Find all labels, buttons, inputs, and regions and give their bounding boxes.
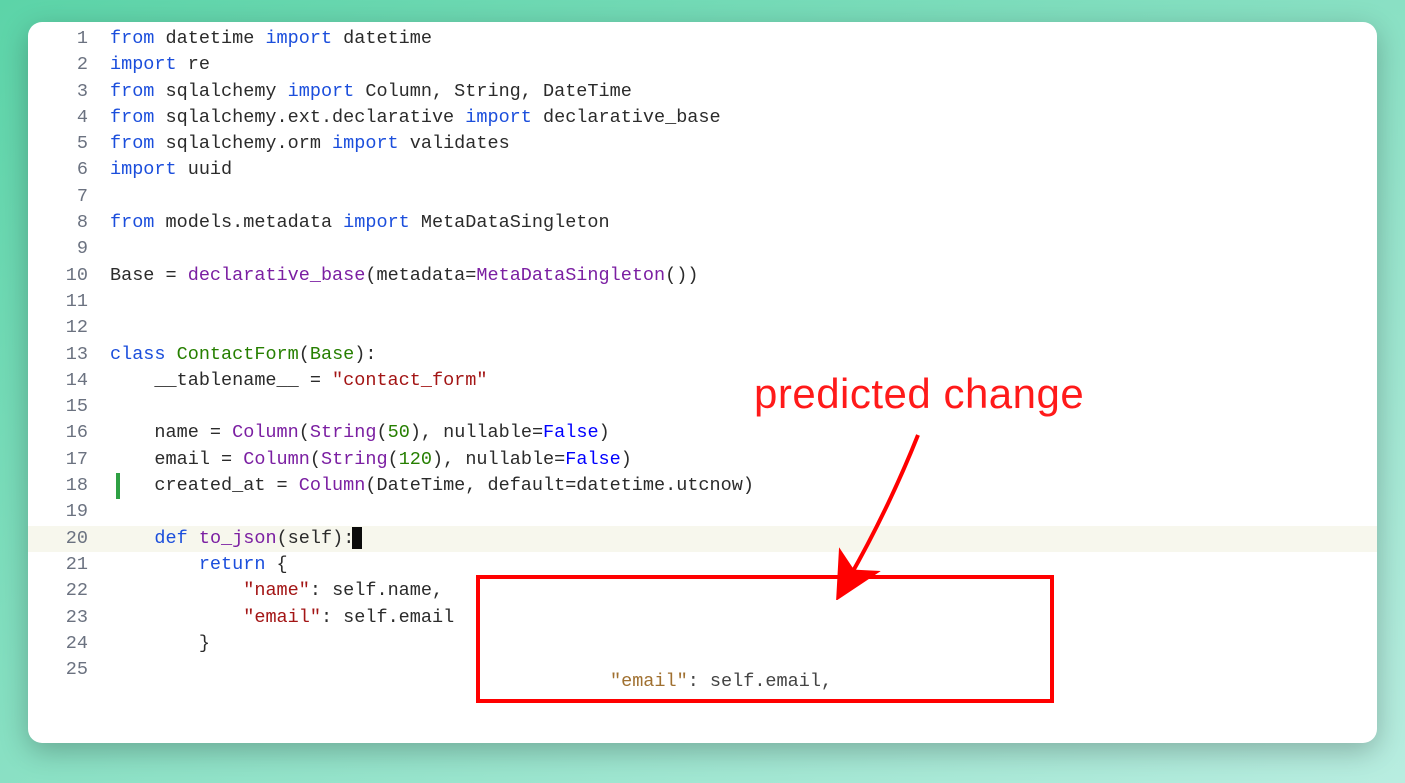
code-line[interactable]: 8from models.metadata import MetaDataSin…	[28, 210, 1377, 236]
code-line[interactable]: 2import re	[28, 52, 1377, 78]
code-line[interactable]: 18 created_at = Column(DateTime, default…	[28, 473, 1377, 499]
code-area[interactable]: 1from datetime import datetime2import re…	[28, 26, 1377, 683]
line-number: 22	[28, 578, 110, 604]
code-line[interactable]: 3from sqlalchemy import Column, String, …	[28, 79, 1377, 105]
code-text[interactable]: from datetime import datetime	[110, 26, 1377, 52]
code-text[interactable]: return {	[110, 552, 1377, 578]
code-line[interactable]: 10Base = declarative_base(metadata=MetaD…	[28, 263, 1377, 289]
inline-suggestion-popup: "email": self.email, "created_at": self.…	[480, 598, 1055, 728]
code-text[interactable]: class ContactForm(Base):	[110, 342, 1377, 368]
line-number: 12	[28, 315, 110, 341]
code-text[interactable]: def to_json(self):	[110, 526, 1377, 552]
code-text[interactable]: created_at = Column(DateTime, default=da…	[110, 473, 1377, 499]
line-number: 16	[28, 420, 110, 446]
line-number: 25	[28, 657, 110, 683]
line-number: 18	[28, 473, 110, 499]
code-line[interactable]: 9	[28, 236, 1377, 262]
code-text[interactable]: from sqlalchemy.orm import validates	[110, 131, 1377, 157]
code-text[interactable]: from sqlalchemy.ext.declarative import d…	[110, 105, 1377, 131]
line-number: 8	[28, 210, 110, 236]
line-number: 11	[28, 289, 110, 315]
suggestion-line-1: "email": self.email,	[480, 669, 1055, 695]
line-number: 10	[28, 263, 110, 289]
line-number: 5	[28, 131, 110, 157]
line-number: 4	[28, 105, 110, 131]
line-number: 24	[28, 631, 110, 657]
line-number: 23	[28, 605, 110, 631]
code-line[interactable]: 20 def to_json(self):	[28, 526, 1377, 552]
line-number: 21	[28, 552, 110, 578]
code-text[interactable]: name = Column(String(50), nullable=False…	[110, 420, 1377, 446]
line-number: 14	[28, 368, 110, 394]
code-editor[interactable]: 1from datetime import datetime2import re…	[28, 22, 1377, 743]
line-number: 9	[28, 236, 110, 262]
code-line[interactable]: 17 email = Column(String(120), nullable=…	[28, 447, 1377, 473]
code-line[interactable]: 6import uuid	[28, 157, 1377, 183]
code-text[interactable]: __tablename__ = "contact_form"	[110, 368, 1377, 394]
annotation-label: predicted change	[754, 370, 1084, 418]
line-number: 6	[28, 157, 110, 183]
code-line[interactable]: 11	[28, 289, 1377, 315]
code-line[interactable]: 7	[28, 184, 1377, 210]
code-text[interactable]: import re	[110, 52, 1377, 78]
code-line[interactable]: 21 return {	[28, 552, 1377, 578]
line-number: 17	[28, 447, 110, 473]
line-number: 20	[28, 526, 110, 552]
line-number: 2	[28, 52, 110, 78]
code-text[interactable]: import uuid	[110, 157, 1377, 183]
line-number: 7	[28, 184, 110, 210]
code-text[interactable]: email = Column(String(120), nullable=Fal…	[110, 447, 1377, 473]
code-text[interactable]: Base = declarative_base(metadata=MetaDat…	[110, 263, 1377, 289]
line-number: 13	[28, 342, 110, 368]
code-line[interactable]: 5from sqlalchemy.orm import validates	[28, 131, 1377, 157]
code-line[interactable]: 4from sqlalchemy.ext.declarative import …	[28, 105, 1377, 131]
code-line[interactable]: 13class ContactForm(Base):	[28, 342, 1377, 368]
text-cursor	[352, 527, 362, 549]
line-number: 1	[28, 26, 110, 52]
line-number: 3	[28, 79, 110, 105]
code-text[interactable]: from models.metadata import MetaDataSing…	[110, 210, 1377, 236]
code-line[interactable]: 16 name = Column(String(50), nullable=Fa…	[28, 420, 1377, 446]
modified-marker	[116, 473, 120, 499]
code-line[interactable]: 1from datetime import datetime	[28, 26, 1377, 52]
code-text[interactable]: from sqlalchemy import Column, String, D…	[110, 79, 1377, 105]
line-number: 19	[28, 499, 110, 525]
code-line[interactable]: 19	[28, 499, 1377, 525]
code-line[interactable]: 15	[28, 394, 1377, 420]
code-line[interactable]: 14 __tablename__ = "contact_form"	[28, 368, 1377, 394]
code-line[interactable]: 12	[28, 315, 1377, 341]
line-number: 15	[28, 394, 110, 420]
